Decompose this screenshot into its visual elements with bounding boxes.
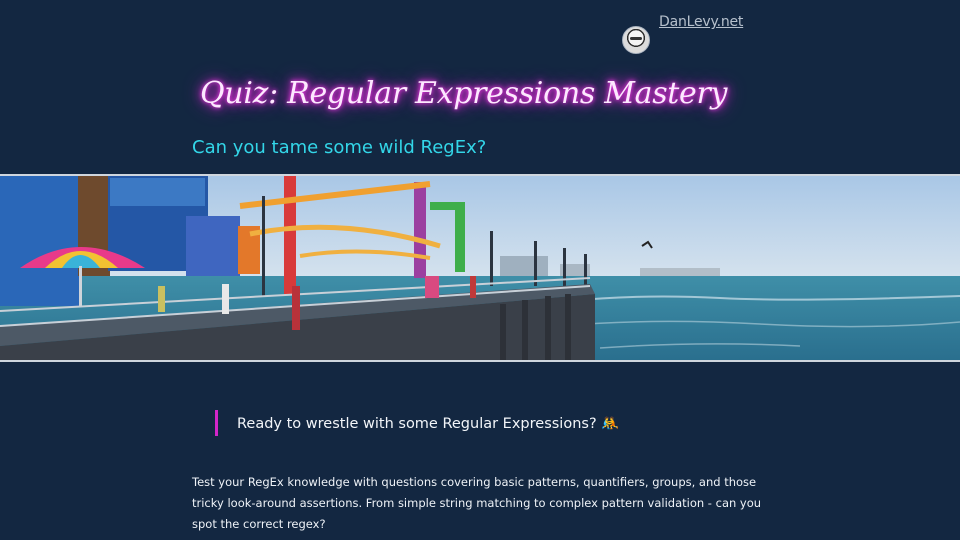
site-header: DanLevy.net [622, 14, 743, 54]
intro-paragraph: Test your RegEx knowledge with questions… [192, 475, 762, 531]
site-home-link[interactable]: DanLevy.net [659, 14, 743, 30]
page-title: Quiz: Regular Expressions Mastery [200, 76, 728, 111]
pier-photo [0, 176, 960, 360]
avatar-icon[interactable] [622, 26, 650, 54]
page-subtitle: Can you tame some wild RegEx? [192, 137, 487, 158]
callout-text: Ready to wrestle with some Regular Expre… [237, 415, 620, 432]
callout-quote: Ready to wrestle with some Regular Expre… [215, 410, 619, 436]
hero-image [0, 174, 960, 362]
